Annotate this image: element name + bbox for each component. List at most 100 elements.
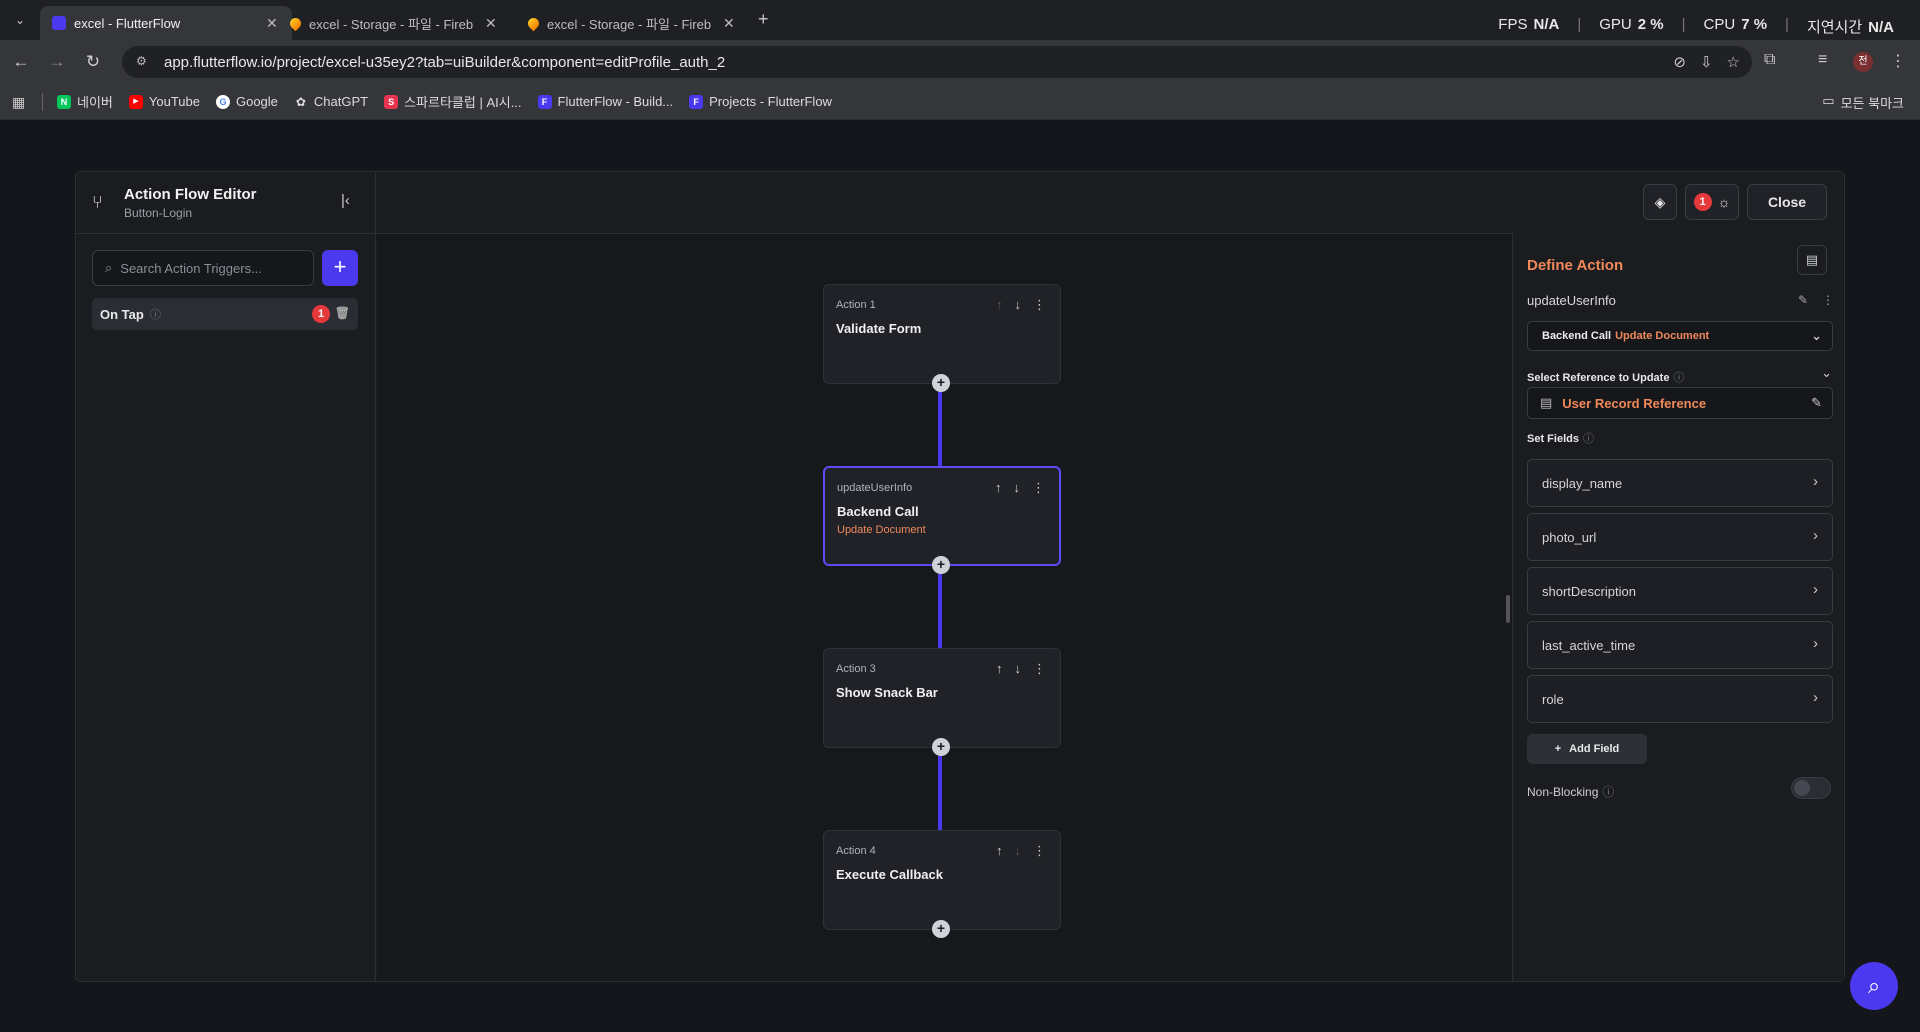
- info-icon[interactable]: ⓘ: [150, 306, 161, 322]
- trigger-item-on-tap[interactable]: On Tap ⓘ 1 🗑: [92, 298, 358, 330]
- tab-title: excel - Storage - 파일 - Fireba: [309, 16, 473, 32]
- documentation-icon[interactable]: ▤: [1797, 245, 1827, 275]
- kebab-menu-icon[interactable]: ⋮: [1033, 843, 1046, 859]
- address-url: app.flutterflow.io/project/excel-u35ey2?…: [164, 53, 726, 71]
- cpu-readout: CPU 7 %: [1703, 16, 1768, 33]
- forward-arrow-icon[interactable]: →: [46, 51, 68, 73]
- no-tracking-icon[interactable]: ⊘: [1673, 53, 1686, 71]
- kebab-menu-icon[interactable]: ⋮: [1033, 297, 1046, 313]
- move-up-arrow-icon[interactable]: ↑: [996, 843, 1003, 859]
- site-info-icon[interactable]: ⚙: [136, 54, 152, 70]
- node-subtitle: Update Document: [837, 524, 926, 536]
- trigger-search-input[interactable]: [120, 260, 301, 276]
- all-bookmarks[interactable]: ▭ 모든 북마크: [1822, 93, 1904, 112]
- debug-issues-button[interactable]: 1 ☼: [1685, 184, 1739, 220]
- back-arrow-icon[interactable]: ←: [10, 51, 32, 73]
- browser-tab-flutterflow[interactable]: excel - FlutterFlow ✕: [40, 6, 292, 40]
- reference-selector[interactable]: ▤ User Record Reference ✎: [1527, 387, 1833, 419]
- tab-search-chevron-icon[interactable]: ⌄: [10, 10, 30, 30]
- browser-tab-bar: ⌄ excel - FlutterFlow ✕ excel - Storage …: [0, 0, 1920, 40]
- tab-close-icon[interactable]: ✕: [266, 15, 278, 32]
- chevron-right-icon: ›: [1813, 689, 1818, 706]
- move-up-arrow-icon[interactable]: ↑: [995, 480, 1002, 496]
- browser-tab-storage-2[interactable]: excel - Storage - 파일 - Fireba ✕: [516, 6, 749, 40]
- new-tab-plus-icon[interactable]: +: [758, 9, 769, 30]
- add-action-plus-icon[interactable]: +: [932, 738, 950, 756]
- move-down-arrow-icon[interactable]: ↓: [1015, 843, 1022, 859]
- field-row-short-description[interactable]: shortDescription ›: [1527, 567, 1833, 615]
- ai-gem-button[interactable]: ◈: [1643, 184, 1677, 220]
- field-row-last-active-time[interactable]: last_active_time ›: [1527, 621, 1833, 669]
- reading-list-icon[interactable]: ≡: [1818, 51, 1827, 69]
- install-app-icon[interactable]: ⇩: [1700, 53, 1713, 71]
- add-action-plus-icon[interactable]: +: [932, 920, 950, 938]
- chevron-down-icon[interactable]: ⌄: [1821, 365, 1832, 381]
- kebab-menu-icon[interactable]: ⋮: [1032, 480, 1045, 496]
- node-title: Show Snack Bar: [836, 685, 938, 700]
- info-icon[interactable]: ⓘ: [1673, 372, 1684, 384]
- bookmark-youtube[interactable]: ▶ YouTube: [128, 94, 200, 109]
- bookmark-google[interactable]: G Google: [215, 94, 278, 109]
- bookmark-naver[interactable]: N 네이버: [57, 92, 113, 111]
- action-node-execute-callback[interactable]: Action 4 Execute Callback ↑ ↓ ⋮: [823, 830, 1061, 930]
- panel-resize-handle[interactable]: [1506, 595, 1510, 623]
- extensions-puzzle-icon[interactable]: ⧉: [1764, 51, 1775, 69]
- field-name: role: [1542, 691, 1564, 707]
- edit-pencil-icon[interactable]: ✎: [1798, 293, 1808, 307]
- kebab-menu-icon[interactable]: ⋮: [1033, 661, 1046, 677]
- address-bar[interactable]: ⚙ app.flutterflow.io/project/excel-u35ey…: [122, 46, 1752, 78]
- add-trigger-button[interactable]: +: [322, 250, 358, 286]
- action-node-backend-call[interactable]: updateUserInfo Backend Call Update Docum…: [823, 466, 1061, 566]
- bookmark-star-icon[interactable]: ☆: [1727, 53, 1740, 71]
- move-up-arrow-icon[interactable]: ↑: [996, 297, 1003, 313]
- field-row-role[interactable]: role ›: [1527, 675, 1833, 723]
- trash-icon[interactable]: 🗑: [335, 306, 350, 320]
- reload-icon[interactable]: ↻: [82, 51, 104, 73]
- action-name-controls: ✎ ⋮: [1798, 293, 1834, 307]
- add-field-label: Add Field: [1569, 743, 1620, 755]
- info-icon[interactable]: ⓘ: [1583, 433, 1594, 445]
- node-controls: ↑ ↓ ⋮: [996, 843, 1046, 859]
- firebase-favicon-icon: [287, 15, 304, 31]
- add-field-button[interactable]: + Add Field: [1527, 734, 1647, 764]
- collapse-panel-icon[interactable]: |‹: [341, 192, 350, 209]
- search-icon: ⌕: [105, 260, 113, 275]
- flow-connector: [938, 574, 942, 648]
- kebab-menu-icon[interactable]: ⋮: [1890, 51, 1906, 71]
- reference-value: User Record Reference: [1562, 395, 1707, 411]
- close-button[interactable]: Close: [1747, 184, 1827, 220]
- action-node-show-snack-bar[interactable]: Action 3 Show Snack Bar ↑ ↓ ⋮: [823, 648, 1061, 748]
- kebab-menu-icon[interactable]: ⋮: [1822, 293, 1834, 307]
- bookmark-sparta[interactable]: S 스파르타클럽 | AI시...: [384, 92, 522, 111]
- bookmark-chatgpt[interactable]: ✿ ChatGPT: [294, 94, 368, 109]
- node-controls: ↑ ↓ ⋮: [995, 480, 1045, 496]
- apps-grid-icon[interactable]: ▦: [12, 94, 28, 110]
- bookmark-projects-flutterflow[interactable]: F Projects - FlutterFlow: [689, 94, 832, 109]
- move-down-arrow-icon[interactable]: ↓: [1014, 480, 1021, 496]
- field-row-display-name[interactable]: display_name ›: [1527, 459, 1833, 507]
- help-search-button[interactable]: ⌕: [1850, 962, 1898, 1010]
- profile-avatar[interactable]: 전: [1853, 52, 1873, 72]
- move-up-arrow-icon[interactable]: ↑: [996, 661, 1003, 677]
- move-down-arrow-icon[interactable]: ↓: [1015, 297, 1022, 313]
- gem-icon: ◈: [1654, 193, 1666, 210]
- action-node-validate-form[interactable]: Action 1 Validate Form ↑ ↓ ⋮: [823, 284, 1061, 384]
- move-down-arrow-icon[interactable]: ↓: [1015, 661, 1022, 677]
- add-action-plus-icon[interactable]: +: [932, 374, 950, 392]
- add-action-plus-icon[interactable]: +: [932, 556, 950, 574]
- edit-pencil-icon[interactable]: ✎: [1811, 395, 1822, 411]
- browser-tab-storage-1[interactable]: excel - Storage - 파일 - Fireba ✕: [278, 6, 511, 40]
- flutterflow-favicon-icon: [52, 16, 66, 30]
- non-blocking-toggle[interactable]: [1791, 777, 1831, 799]
- node-controls: ↑ ↓ ⋮: [996, 661, 1046, 677]
- tab-close-icon[interactable]: ✕: [485, 15, 497, 32]
- reference-section-label: Select Reference to Update ⓘ: [1527, 372, 1685, 384]
- field-row-photo-url[interactable]: photo_url ›: [1527, 513, 1833, 561]
- node-title: Validate Form: [836, 321, 922, 336]
- fps-readout: FPS N/A: [1498, 16, 1560, 33]
- bookmark-flutterflow-build[interactable]: F FlutterFlow - Build...: [537, 94, 673, 109]
- flutterflow-icon: F: [689, 94, 704, 109]
- tab-close-icon[interactable]: ✕: [723, 15, 735, 32]
- info-icon[interactable]: ⓘ: [1602, 785, 1614, 799]
- action-type-dropdown[interactable]: Backend Call Update Document ⌄: [1527, 321, 1833, 351]
